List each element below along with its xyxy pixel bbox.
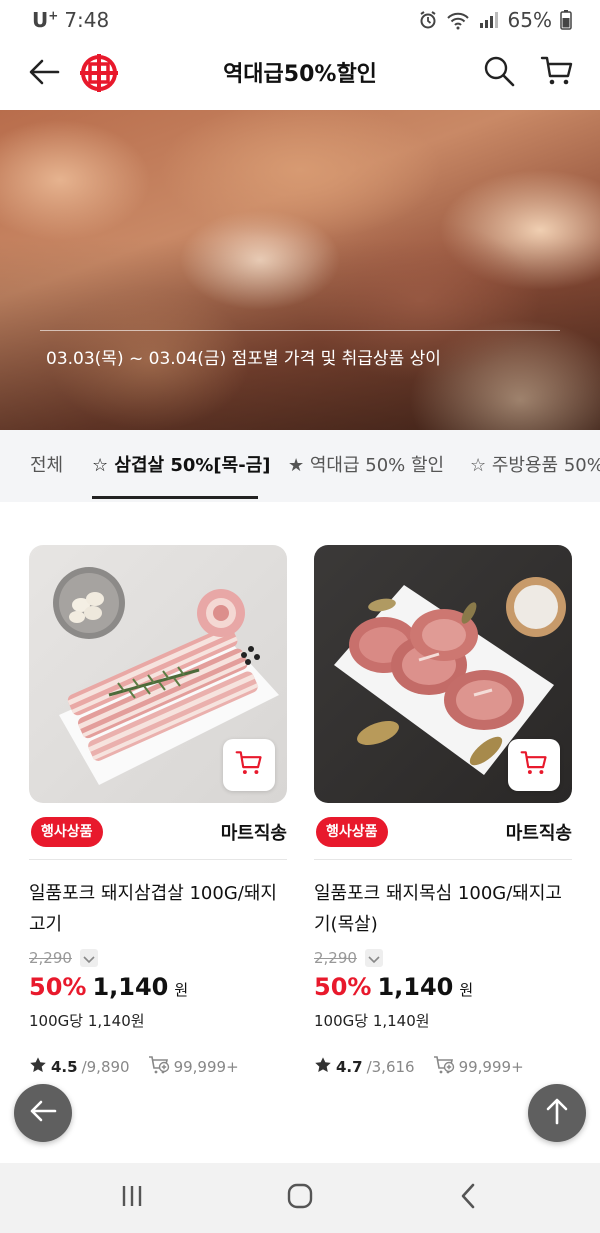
currency-label: 원 <box>174 981 189 999</box>
sale-price: 1,140 <box>92 973 169 1001</box>
sales-count: 99,999+ <box>173 1058 239 1076</box>
arrow-up-icon <box>545 1097 569 1129</box>
product-card[interactable]: 행사상품 마트직송 일품포크 돼지목심 100G/돼지고기(목살) 2,290 … <box>314 545 572 1076</box>
category-tabs: 전체 ☆ 삼겹살 50%[목-금] ★ 역대급 50% 할인 ☆ 주방용품 50… <box>0 430 600 502</box>
product-card[interactable]: 행사상품 마트직송 일품포크 돼지삼겹살 100G/돼지고기 2,290 50%… <box>29 545 287 1076</box>
badge-row: 행사상품 마트직송 <box>29 815 287 851</box>
status-left: U+ 7:48 <box>32 8 109 32</box>
cart-icon <box>520 749 548 781</box>
floating-back-button[interactable] <box>14 1084 72 1142</box>
tab-kitchen[interactable]: ☆ 주방용품 50% <box>470 430 600 502</box>
price-detail-toggle[interactable] <box>364 949 383 968</box>
banner-overlay <box>0 110 600 430</box>
add-to-cart-button[interactable] <box>223 739 275 791</box>
sales-count-group: 99,999+ <box>433 1055 524 1079</box>
banner-notice: 03.03(목) ~ 03.04(금) 점포별 가격 및 취급상품 상이 <box>46 349 441 369</box>
app-header: 역대급50%할인 <box>0 40 600 108</box>
cart-icon <box>540 54 574 92</box>
delivery-label: 마트직송 <box>220 823 287 844</box>
sale-price: 1,140 <box>377 973 454 1001</box>
product-name[interactable]: 일품포크 돼지목심 100G/돼지고기(목살) <box>314 878 572 940</box>
original-price-row: 2,290 <box>314 949 383 967</box>
arrow-left-icon <box>29 1099 57 1127</box>
status-right: 65% <box>418 8 572 32</box>
status-bar: U+ 7:48 65% <box>0 0 600 40</box>
currency-label: 원 <box>459 981 474 999</box>
sales-count: 99,999+ <box>458 1058 524 1076</box>
cart-button[interactable] <box>536 52 578 94</box>
review-count: /3,616 <box>366 1058 415 1076</box>
rating-value: 4.5 <box>51 1058 78 1076</box>
tab-all[interactable]: 전체 <box>30 430 63 502</box>
original-price: 2,290 <box>29 949 72 967</box>
back-button[interactable] <box>24 54 64 94</box>
active-tab-indicator <box>92 496 258 499</box>
add-to-cart-button[interactable] <box>508 739 560 791</box>
chevron-down-icon <box>368 949 380 968</box>
star-icon <box>314 1056 332 1078</box>
sales-count-group: 99,999+ <box>148 1055 239 1079</box>
event-badge: 행사상품 <box>316 817 388 847</box>
carrier-label: U+ <box>32 8 59 32</box>
scroll-top-button[interactable] <box>528 1084 586 1142</box>
brand-logo[interactable] <box>78 52 120 94</box>
price-row: 50% 1,140 원 <box>29 973 188 1001</box>
price-row: 50% 1,140 원 <box>314 973 473 1001</box>
star-icon <box>29 1056 47 1078</box>
original-price-row: 2,290 <box>29 949 98 967</box>
battery-icon <box>560 10 572 30</box>
brand-logo-icon <box>78 54 120 98</box>
battery-percent: 65% <box>507 8 552 32</box>
discount-rate: 50% <box>29 973 87 1001</box>
product-image[interactable] <box>314 545 572 803</box>
system-back-button[interactable] <box>438 1178 498 1218</box>
tab-pork-belly[interactable]: ☆ 삼겹살 50%[목-금] <box>92 430 270 502</box>
rating-row: 4.7 /3,616 99,999+ <box>314 1055 524 1079</box>
home-button[interactable] <box>270 1178 330 1218</box>
signal-icon <box>478 11 500 29</box>
divider <box>29 859 287 860</box>
price-detail-toggle[interactable] <box>79 949 98 968</box>
product-image[interactable] <box>29 545 287 803</box>
recent-apps-button[interactable] <box>102 1178 162 1218</box>
recent-apps-icon <box>119 1184 145 1212</box>
cart-plus-icon <box>148 1055 170 1079</box>
promo-banner[interactable]: 03.03(목) ~ 03.04(금) 점포별 가격 및 취급상품 상이 <box>0 110 600 430</box>
badge-row: 행사상품 마트직송 <box>314 815 572 851</box>
divider <box>314 859 572 860</box>
original-price: 2,290 <box>314 949 357 967</box>
delivery-label: 마트직송 <box>505 823 572 844</box>
search-button[interactable] <box>478 52 520 94</box>
unit-price: 100G당 1,140원 <box>314 1012 430 1030</box>
cart-plus-icon <box>433 1055 455 1079</box>
clock: 7:48 <box>64 8 110 32</box>
home-icon <box>287 1183 313 1213</box>
wifi-icon <box>446 10 470 30</box>
cart-icon <box>235 749 263 781</box>
rating-row: 4.5 /9,890 99,999+ <box>29 1055 239 1079</box>
chevron-down-icon <box>83 949 95 968</box>
back-icon <box>459 1183 477 1213</box>
search-icon <box>483 55 515 91</box>
discount-rate: 50% <box>314 973 372 1001</box>
system-nav-bar <box>0 1163 600 1233</box>
banner-divider <box>40 330 560 331</box>
unit-price: 100G당 1,140원 <box>29 1012 145 1030</box>
review-count: /9,890 <box>81 1058 130 1076</box>
product-name[interactable]: 일품포크 돼지삼겹살 100G/돼지고기 <box>29 878 287 940</box>
event-badge: 행사상품 <box>31 817 103 847</box>
rating-value: 4.7 <box>336 1058 363 1076</box>
alarm-icon <box>418 10 438 30</box>
tab-best-discount[interactable]: ★ 역대급 50% 할인 <box>288 430 444 502</box>
back-arrow-icon <box>28 58 60 90</box>
